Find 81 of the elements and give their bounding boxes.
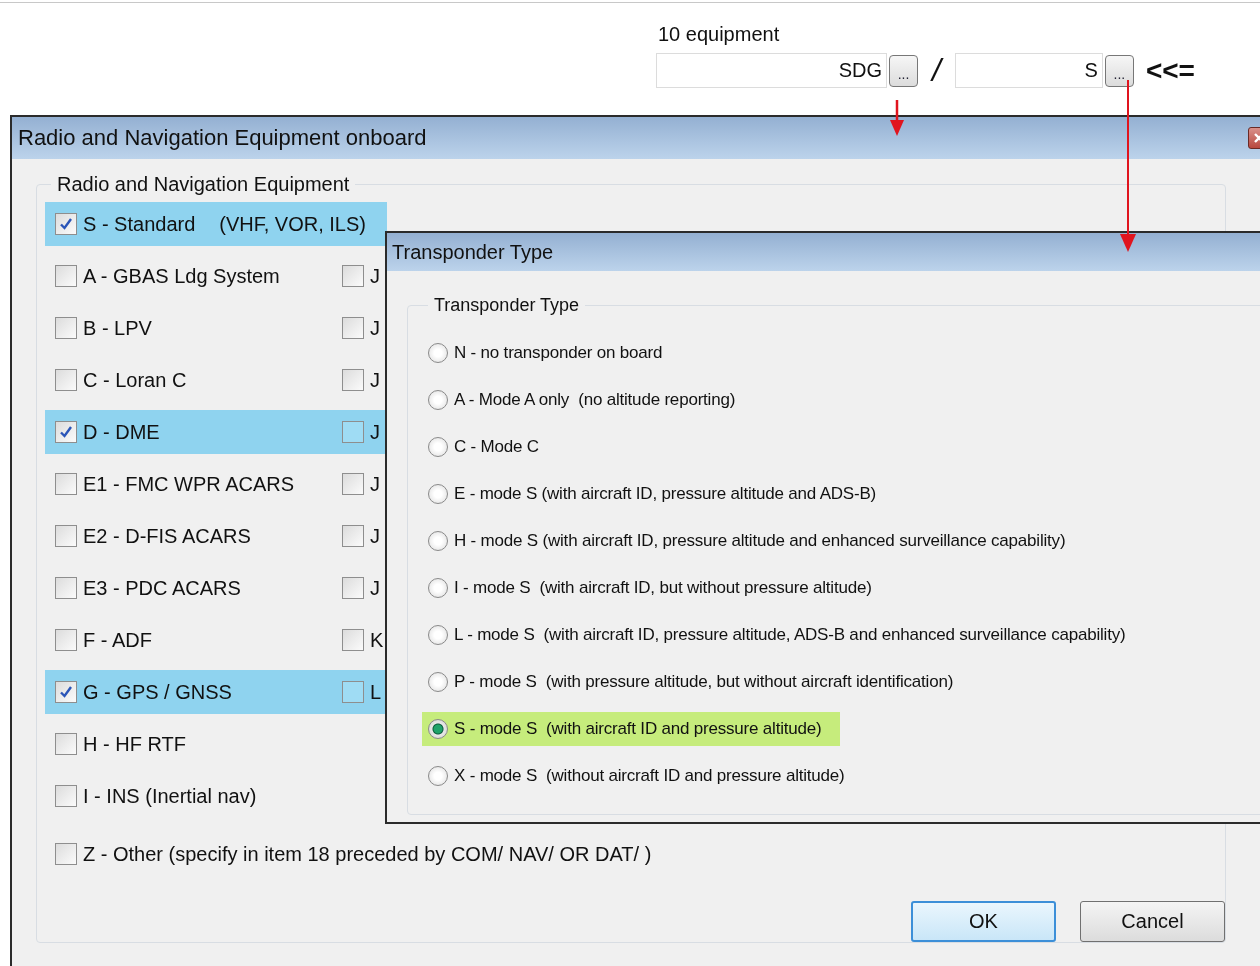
option-label: H - mode S (with aircraft ID, pressure altitude and enhanced surveillance capability) (454, 531, 1066, 551)
window-title: Transponder Type (392, 240, 554, 264)
checkbox[interactable] (55, 369, 77, 391)
checkbox[interactable] (342, 681, 364, 703)
checkbox[interactable] (342, 525, 364, 547)
radio-button[interactable] (428, 484, 448, 504)
checkbox[interactable] (342, 317, 364, 339)
option-label: J (370, 576, 380, 600)
field-label: 10 equipment (658, 23, 781, 46)
option-label: J (370, 264, 380, 288)
checkbox[interactable] (55, 681, 77, 703)
checkmark-icon (58, 424, 74, 440)
checkbox[interactable] (55, 843, 77, 865)
option-label: I - mode S (with aircraft ID, but without pressure altitude) (454, 578, 872, 598)
radio-button[interactable] (428, 719, 448, 739)
option-label: L - mode S (with aircraft ID, pressure altitude, ADS-B and enhanced surveillance capability) (454, 625, 1126, 645)
option-label: E1 - FMC WPR ACARS (83, 472, 295, 496)
transponder-field[interactable]: S (954, 53, 1103, 88)
radio-button[interactable] (428, 390, 448, 410)
checkbox[interactable] (342, 629, 364, 651)
option-note: (VHF, VOR, ILS) (219, 212, 366, 236)
option-label: A - Mode A only (no altitude reporting) (454, 390, 736, 410)
option-label: S - mode S (with aircraft ID and pressure altitude) (454, 719, 822, 739)
checkbox[interactable] (342, 473, 364, 495)
radio-button[interactable] (428, 531, 448, 551)
pointer-text: <<= (1145, 54, 1195, 87)
browse-button[interactable]: ... (889, 54, 918, 87)
option-label: L (370, 680, 382, 704)
option-label: J (370, 472, 380, 496)
checkbox[interactable] (55, 421, 77, 443)
checkbox[interactable] (55, 525, 77, 547)
option-label: X - mode S (without aircraft ID and pressure altitude) (454, 766, 845, 786)
checkbox[interactable] (55, 629, 77, 651)
checkbox[interactable] (55, 473, 77, 495)
pointer-arrow (890, 100, 904, 136)
checkbox[interactable] (55, 577, 77, 599)
option-label: Z - Other (specify in item 18 preceded by COM/ NAV/ OR DAT/ ) (83, 842, 652, 866)
checkmark-icon (58, 216, 74, 232)
checkbox[interactable] (342, 421, 364, 443)
equipment-field[interactable]: SDG (656, 53, 887, 88)
option-label: G - GPS / GNSS (83, 680, 232, 704)
radio-button[interactable] (428, 672, 448, 692)
dialog-button[interactable]: Cancel (1080, 901, 1225, 942)
option-label: F - ADF (83, 628, 152, 652)
option-label: A - GBAS Ldg System (83, 264, 280, 288)
radio-button[interactable] (428, 343, 448, 363)
option-label: N - no transponder on board (454, 343, 663, 363)
browse-button[interactable]: ... (1104, 54, 1134, 87)
radio-button[interactable] (428, 578, 448, 598)
option-label: E2 - D-FIS ACARS (83, 524, 251, 548)
option-label: B - LPV (83, 316, 152, 340)
radio-button[interactable] (428, 625, 448, 645)
option-label: C - Loran C (83, 368, 187, 392)
checkbox[interactable] (55, 213, 77, 235)
option-label: J (370, 316, 380, 340)
option-label: K (370, 628, 384, 652)
option-label: D - DME (83, 420, 160, 444)
option-label: P - mode S (with pressure altitude, but without aircraft identification) (454, 672, 954, 692)
checkmark-icon (58, 684, 74, 700)
option-label: E - mode S (with aircraft ID, pressure altitude and ADS-B) (454, 484, 877, 504)
checkbox[interactable] (55, 317, 77, 339)
option-label: E3 - PDC ACARS (83, 576, 241, 600)
radio-button[interactable] (428, 766, 448, 786)
checkbox[interactable] (55, 265, 77, 287)
option-label: S - Standard (83, 212, 196, 236)
option-label: J (370, 368, 380, 392)
option-label: I - INS (Inertial nav) (83, 784, 257, 808)
option-label: J (370, 420, 380, 444)
option-label: H - HF RTF (83, 732, 186, 756)
window-title: Radio and Navigation Equipment onboard (18, 125, 427, 151)
checkbox[interactable] (342, 265, 364, 287)
dialog-button[interactable]: OK (911, 901, 1056, 942)
group-label: Radio and Navigation Equipment (56, 173, 351, 196)
radio-button[interactable] (428, 437, 448, 457)
option-label: C - Mode C (454, 437, 539, 457)
option-label: J (370, 524, 380, 548)
checkbox[interactable] (342, 577, 364, 599)
checkbox[interactable] (55, 785, 77, 807)
checkbox[interactable] (55, 733, 77, 755)
group-label: Transponder Type (433, 295, 581, 316)
checkbox[interactable] (342, 369, 364, 391)
